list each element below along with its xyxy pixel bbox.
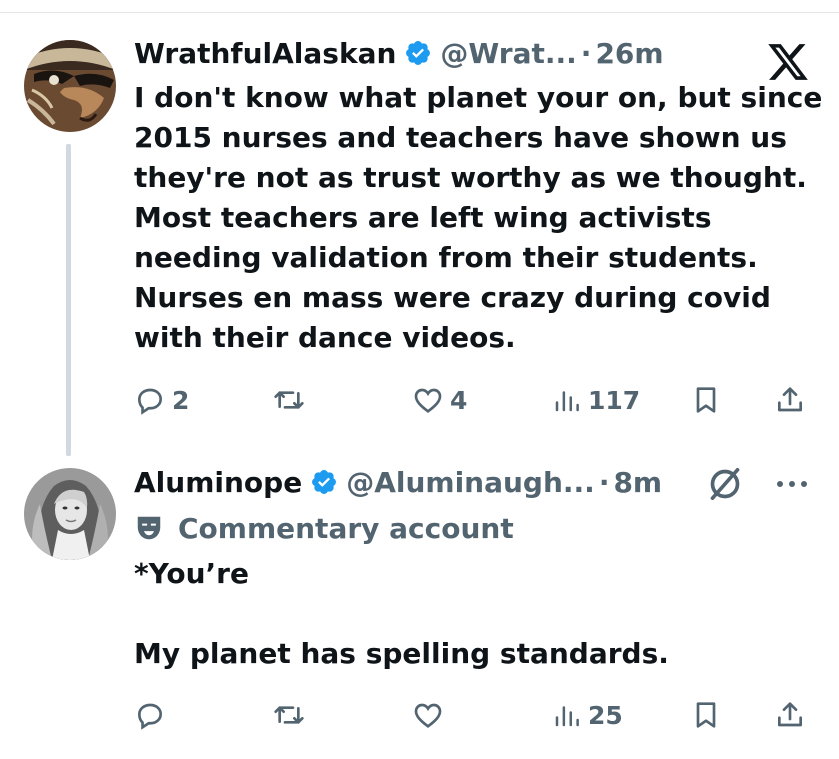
more-dots-icon[interactable] xyxy=(772,474,812,494)
action-bar: 2 4 117 xyxy=(134,380,814,420)
like-count: 4 xyxy=(450,385,468,415)
grok-slash-icon[interactable] xyxy=(705,464,745,504)
reply-button[interactable] xyxy=(134,695,172,735)
share-icon xyxy=(778,702,802,727)
views-button[interactable]: 25 xyxy=(552,695,623,735)
tweet-header: WrathfulAlaskan @Wrat... · 26m xyxy=(134,33,664,73)
reply-icon xyxy=(137,388,163,415)
reply-icon xyxy=(137,703,163,730)
share-button[interactable] xyxy=(774,380,806,420)
share-button[interactable] xyxy=(774,695,806,735)
tweet-header: Aluminope @Aluminaugh... · 8m xyxy=(134,462,662,502)
bookmark-icon xyxy=(696,387,716,413)
like-button[interactable]: 4 xyxy=(412,380,467,420)
handle[interactable]: @Aluminaugh... xyxy=(346,466,595,499)
retweet-icon xyxy=(274,706,304,724)
commentary-label: Commentary account xyxy=(134,508,514,548)
share-icon xyxy=(778,387,802,412)
display-name[interactable]: Aluminope xyxy=(134,466,302,499)
avatar[interactable] xyxy=(24,468,116,560)
commentary-label-text: Commentary account xyxy=(178,511,514,545)
action-bar: 25 xyxy=(134,695,814,735)
views-chart-icon xyxy=(555,391,579,412)
woman-portrait-avatar xyxy=(24,468,116,560)
tweet-text: *You’re My planet has spelling standards… xyxy=(134,557,669,670)
views-count: 25 xyxy=(588,700,623,730)
bookmark-button[interactable] xyxy=(690,695,722,735)
separator-dot: · xyxy=(580,36,592,70)
separator-dot: · xyxy=(598,465,610,499)
views-chart-icon xyxy=(555,706,579,727)
like-button[interactable] xyxy=(412,695,450,735)
verified-badge-icon xyxy=(312,470,337,494)
theater-mask-icon xyxy=(137,516,161,540)
display-name[interactable]: WrathfulAlaskan xyxy=(134,37,396,70)
tweet-text: I don't know what planet your on, but si… xyxy=(134,81,823,354)
carved-eagle-mask-avatar xyxy=(24,40,116,132)
reply-button[interactable]: 2 xyxy=(134,380,189,420)
retweet-button[interactable] xyxy=(272,695,312,735)
heart-icon xyxy=(414,703,442,729)
tweet-1[interactable]: WrathfulAlaskan @Wrat... · 26m I don't k… xyxy=(0,0,839,456)
reply-count: 2 xyxy=(172,385,190,415)
tweet-2[interactable]: Aluminope @Aluminaugh... · 8m Commentary… xyxy=(0,450,839,759)
bookmark-button[interactable] xyxy=(690,380,722,420)
avatar[interactable] xyxy=(24,40,116,132)
retweet-icon xyxy=(274,391,304,409)
handle[interactable]: @Wrat... xyxy=(440,37,576,70)
heart-icon xyxy=(414,388,442,414)
timestamp[interactable]: 26m xyxy=(595,37,663,70)
timestamp[interactable]: 8m xyxy=(613,466,662,499)
views-button[interactable]: 117 xyxy=(552,380,640,420)
views-count: 117 xyxy=(588,385,641,415)
retweet-button[interactable] xyxy=(272,380,312,420)
verified-badge-icon xyxy=(406,41,431,65)
bookmark-icon xyxy=(696,702,716,728)
thread-line xyxy=(66,144,71,456)
